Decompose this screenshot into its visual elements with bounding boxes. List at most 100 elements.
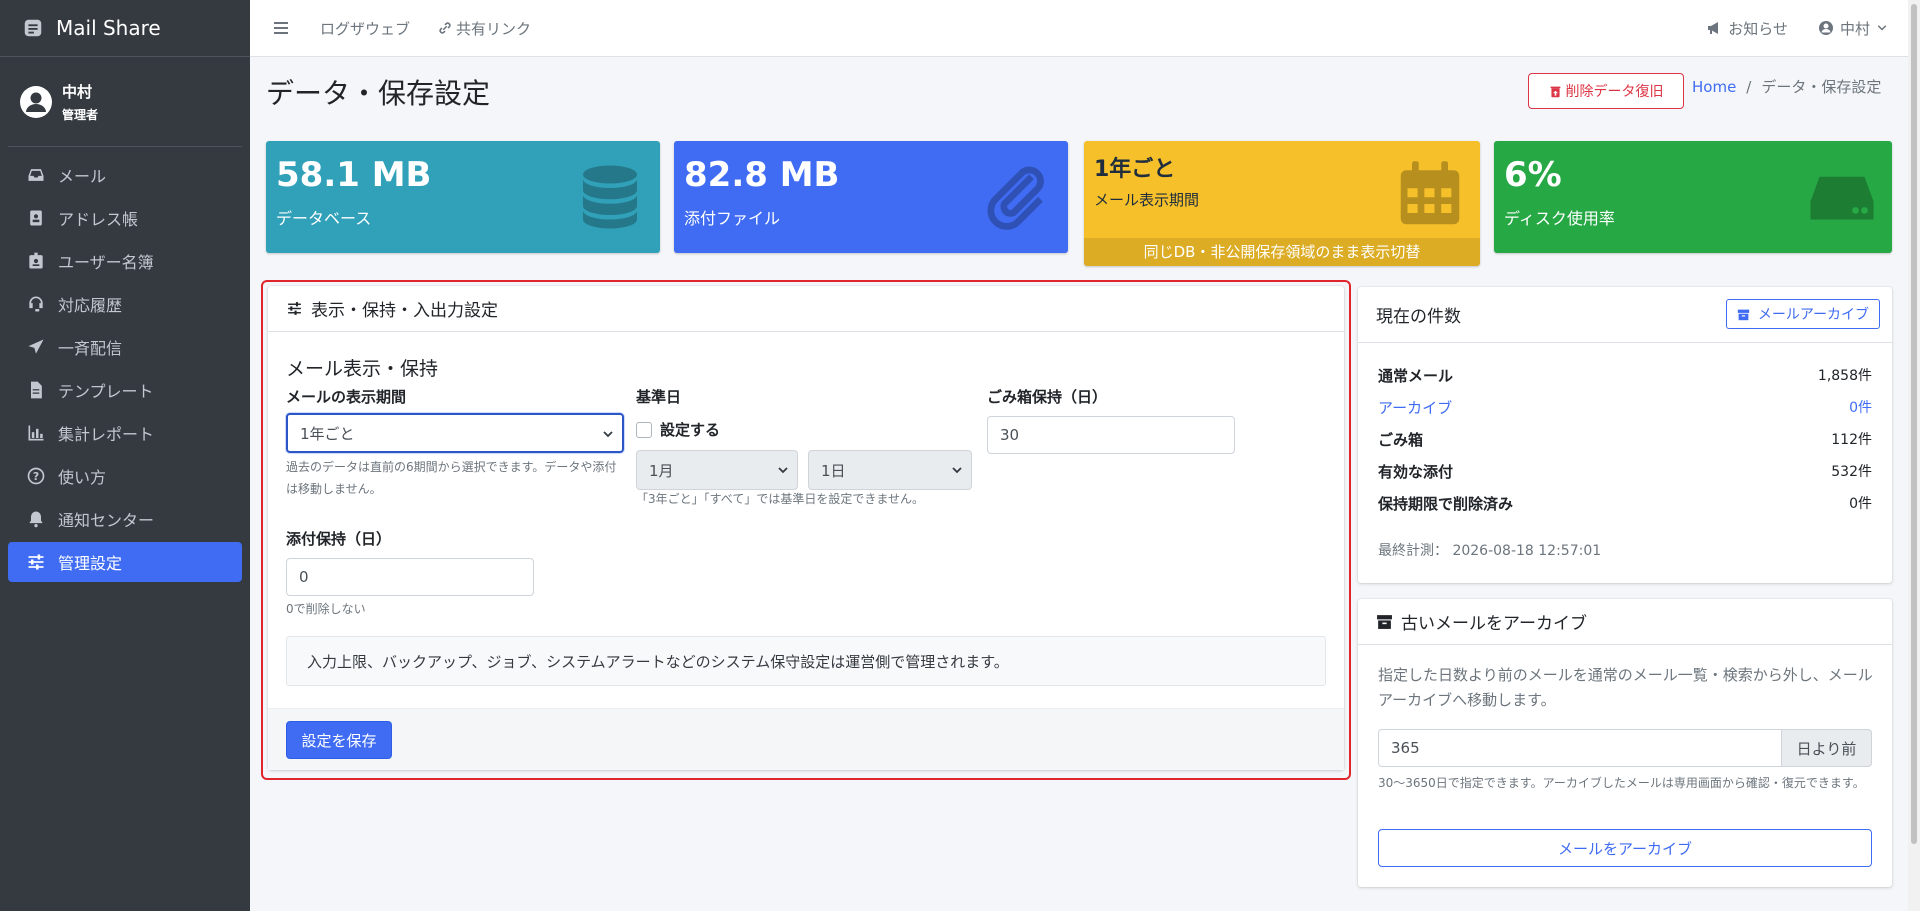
count-row-attachments: 有効な添付 532件	[1378, 461, 1872, 482]
archive-description: 指定した日数より前のメールを通常のメール一覧・検索から外し、メールアーカイブへ移…	[1378, 666, 1873, 709]
last-measured-value: 2026-08-18 12:57:01	[1452, 543, 1602, 559]
user-panel[interactable]: 中村 管理者	[8, 57, 242, 147]
stat-attachments: 82.8 MB 添付ファイル	[674, 141, 1068, 253]
file-icon	[31, 381, 42, 399]
count-value: 532件	[1831, 464, 1872, 480]
count-label: 有効な添付	[1378, 463, 1454, 481]
stat-database: 58.1 MB データベース	[266, 141, 660, 253]
count-label[interactable]: アーカイブ	[1378, 397, 1452, 418]
base-month-select[interactable]: 1月	[636, 450, 798, 490]
sidebar-item-history[interactable]: 対応履歴	[8, 284, 242, 324]
brand-name: Mail Share	[56, 16, 161, 40]
settings-card: 表示・保持・入出力設定 メール表示・保持 メールの表示期間 1年ごと 過去のデー…	[268, 286, 1344, 770]
stat-disk-usage: 6% ディスク使用率	[1494, 141, 1892, 253]
archive-days-value: 365	[1391, 739, 1420, 757]
settings-card-header: 表示・保持・入出力設定	[268, 286, 1344, 332]
archive-mail-button[interactable]: メールをアーカイブ	[1378, 829, 1872, 867]
count-value: 112件	[1831, 432, 1872, 448]
breadcrumb-home[interactable]: Home	[1692, 78, 1736, 96]
sidebar-item-template[interactable]: テンプレート	[8, 370, 242, 410]
sidebar-item-label: 対応履歴	[58, 296, 123, 315]
sidebar-item-label: 一斉配信	[58, 339, 123, 358]
notice-label: お知らせ	[1728, 19, 1788, 38]
base-date-help: 「3年ごと」「すべて」では基準日を設定できません。	[636, 492, 924, 506]
info-message: 入力上限、バックアップ、ジョブ、システムアラートなどのシステム保守設定は運営側で…	[286, 636, 1326, 686]
last-measured: 最終計測： 2026-08-18 12:57:01	[1378, 540, 1601, 560]
archive-card-header: 古いメールをアーカイブ	[1358, 599, 1892, 645]
count-row-normal: 通常メール 1,858件	[1378, 365, 1872, 386]
sidebar-item-label: 管理設定	[58, 554, 123, 573]
sidebar-item-admin-settings[interactable]: 管理設定	[8, 542, 242, 582]
save-settings-button[interactable]: 設定を保存	[286, 721, 392, 759]
bar-chart-icon	[28, 425, 44, 441]
sidebar-item-broadcast[interactable]: 一斉配信	[8, 327, 242, 367]
stat-label: データベース	[276, 209, 372, 228]
archive-card-title: 古いメールをアーカイブ	[1401, 614, 1587, 634]
stat-value: 1年ごと	[1094, 157, 1176, 182]
mail-archive-button[interactable]: メールアーカイブ	[1725, 299, 1880, 329]
paperclip-icon	[987, 166, 1044, 230]
topbar-right: お知らせ 中村	[1706, 18, 1888, 39]
display-period-select[interactable]: 1年ごと	[286, 413, 624, 453]
chevron-down-icon	[603, 431, 613, 438]
trash-retention-value: 30	[1000, 426, 1020, 444]
base-day-select[interactable]: 1日	[808, 450, 972, 490]
trash-retention-input[interactable]: 30	[987, 416, 1235, 454]
shared-link[interactable]: 共有リンク	[438, 18, 531, 39]
user-menu-label: 中村	[1839, 19, 1870, 38]
sliders-icon	[28, 554, 44, 570]
svg-text:?: ?	[33, 470, 39, 483]
sidebar-item-address-book[interactable]: アドレス帳	[8, 198, 242, 238]
hamburger-menu-icon[interactable]	[272, 18, 292, 38]
paper-plane-icon	[28, 339, 44, 354]
sidebar-item-label: メール	[58, 167, 107, 186]
count-row-archive[interactable]: アーカイブ 0件	[1378, 397, 1872, 418]
sidebar-item-user-roster[interactable]: ユーザー名簿	[8, 241, 242, 281]
sidebar-item-mail[interactable]: メール	[8, 155, 242, 195]
chevron-down-icon	[778, 467, 788, 474]
count-label: ごみ箱	[1378, 431, 1424, 449]
archive-days-group: 365 日より前	[1378, 729, 1872, 767]
user-menu[interactable]: 中村	[1818, 18, 1888, 39]
count-row-trash: ごみ箱 112件	[1378, 429, 1872, 450]
headset-icon	[29, 296, 43, 312]
archive-help: 30〜3650日で指定できます。アーカイブしたメールは専用画面から確認・復元でき…	[1378, 776, 1865, 790]
breadcrumb-separator: /	[1746, 78, 1752, 96]
sidebar-item-label: テンプレート	[58, 382, 154, 401]
calendar-icon	[1400, 161, 1460, 225]
sidebar-nav: メール アドレス帳 ユーザー名簿 対応履歴 一斉配信 テンプレート 集計レポート…	[0, 147, 250, 593]
user-avatar-icon	[20, 85, 52, 118]
trash-restore-icon	[1550, 86, 1560, 97]
sidebar-item-notification-center[interactable]: 通知センター	[8, 499, 242, 539]
stat-display-period: 1年ごと メール表示期間 同じDB・非公開保存領域のまま表示切替	[1084, 141, 1480, 266]
counts-card-title: 現在の件数	[1376, 307, 1461, 327]
checkbox-box[interactable]	[636, 421, 652, 438]
restore-deleted-data-button[interactable]: 削除データ復旧	[1528, 73, 1684, 109]
sidebar-item-howto[interactable]: ? 使い方	[8, 456, 242, 496]
counts-card: 現在の件数 メールアーカイブ 通常メール 1,858件 アーカイブ 0件 ごみ箱 11…	[1358, 287, 1892, 583]
page-title: データ・保存設定	[266, 77, 491, 110]
archive-days-input[interactable]: 365	[1378, 729, 1782, 767]
sidebar-item-label: アドレス帳	[58, 210, 139, 229]
mail-box-icon	[24, 19, 42, 37]
mail-archive-label: メールアーカイブ	[1757, 307, 1869, 323]
settings-card-title: 表示・保持・入出力設定	[311, 301, 498, 321]
log-viewer-link[interactable]: ログザウェブ	[320, 18, 410, 39]
stat-label: 添付ファイル	[684, 209, 781, 228]
attach-retention-input[interactable]: 0	[286, 558, 534, 596]
scrollbar[interactable]	[1908, 0, 1920, 911]
bell-icon	[29, 511, 43, 528]
count-label: 保持期限で削除済み	[1378, 495, 1514, 513]
sidebar-item-label: 集計レポート	[58, 425, 155, 444]
scrollbar-thumb[interactable]	[1911, 4, 1917, 844]
notice-link[interactable]: お知らせ	[1706, 18, 1788, 39]
sidebar-item-report[interactable]: 集計レポート	[8, 413, 242, 453]
brand[interactable]: Mail Share	[0, 0, 250, 57]
breadcrumb: Home / データ・保存設定	[1692, 76, 1881, 97]
count-value[interactable]: 0件	[1849, 397, 1872, 418]
display-period-value: 1年ごと	[300, 424, 355, 443]
sidebar-item-label: 使い方	[58, 468, 107, 487]
count-row-expired: 保持期限で削除済み 0件	[1378, 493, 1872, 514]
archive-card: 古いメールをアーカイブ 指定した日数より前のメールを通常のメール一覧・検索から外…	[1358, 599, 1892, 887]
base-date-checkbox[interactable]: 設定する	[636, 419, 720, 440]
